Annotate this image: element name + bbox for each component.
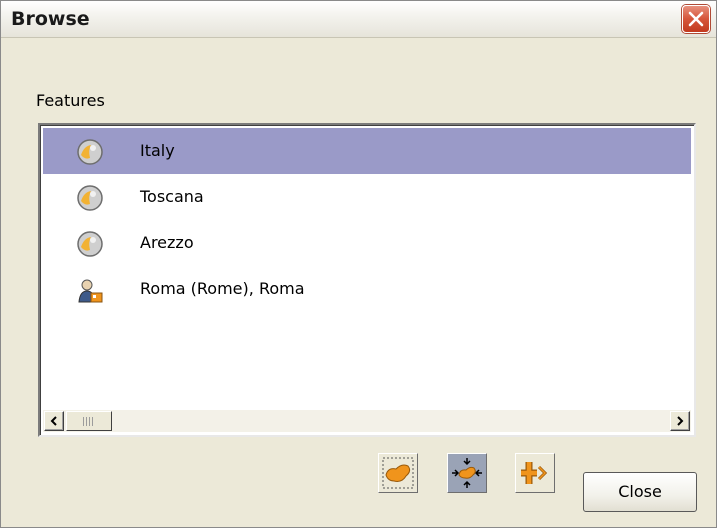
list-item-label: Arezzo bbox=[140, 233, 194, 252]
chevron-right-icon bbox=[677, 416, 684, 426]
features-list[interactable]: Italy Toscana Arezzo Roma (Rome), Roma bbox=[38, 123, 696, 437]
browse-window: Browse Features Italy Toscana Arezzo Rom… bbox=[0, 0, 717, 528]
horizontal-scrollbar[interactable] bbox=[43, 410, 691, 432]
region-globe-icon bbox=[76, 230, 104, 258]
list-item-toscana[interactable]: Toscana bbox=[43, 174, 691, 220]
list-item-roma[interactable]: Roma (Rome), Roma bbox=[43, 266, 691, 312]
list-item-label: Toscana bbox=[140, 187, 204, 206]
close-button[interactable]: Close bbox=[583, 472, 697, 512]
list-item-label: Italy bbox=[140, 141, 175, 160]
chevron-left-icon bbox=[50, 416, 57, 426]
region-globe-icon bbox=[76, 138, 104, 166]
region-globe-icon bbox=[76, 184, 104, 212]
list-item-label: Roma (Rome), Roma bbox=[140, 279, 305, 298]
zoom-to-feature-button[interactable] bbox=[447, 453, 487, 493]
add-to-map-button[interactable] bbox=[515, 453, 555, 493]
window-close-button[interactable] bbox=[682, 5, 710, 33]
title-bar[interactable]: Browse bbox=[1, 1, 716, 38]
populated-place-icon bbox=[76, 276, 104, 304]
select-feature-button[interactable] bbox=[378, 453, 418, 493]
scroll-left-button[interactable] bbox=[44, 411, 64, 431]
scrollbar-thumb[interactable] bbox=[66, 411, 112, 431]
list-item-italy[interactable]: Italy bbox=[43, 128, 691, 174]
zoom-to-feature-icon bbox=[452, 458, 482, 488]
list-item-arezzo[interactable]: Arezzo bbox=[43, 220, 691, 266]
grip-icon bbox=[83, 417, 95, 426]
close-x-icon bbox=[688, 11, 704, 27]
feature-shape-icon bbox=[382, 457, 414, 489]
scroll-right-button[interactable] bbox=[670, 411, 690, 431]
window-title: Browse bbox=[11, 8, 90, 30]
add-arrow-icon bbox=[521, 462, 548, 484]
features-label: Features bbox=[36, 91, 105, 110]
